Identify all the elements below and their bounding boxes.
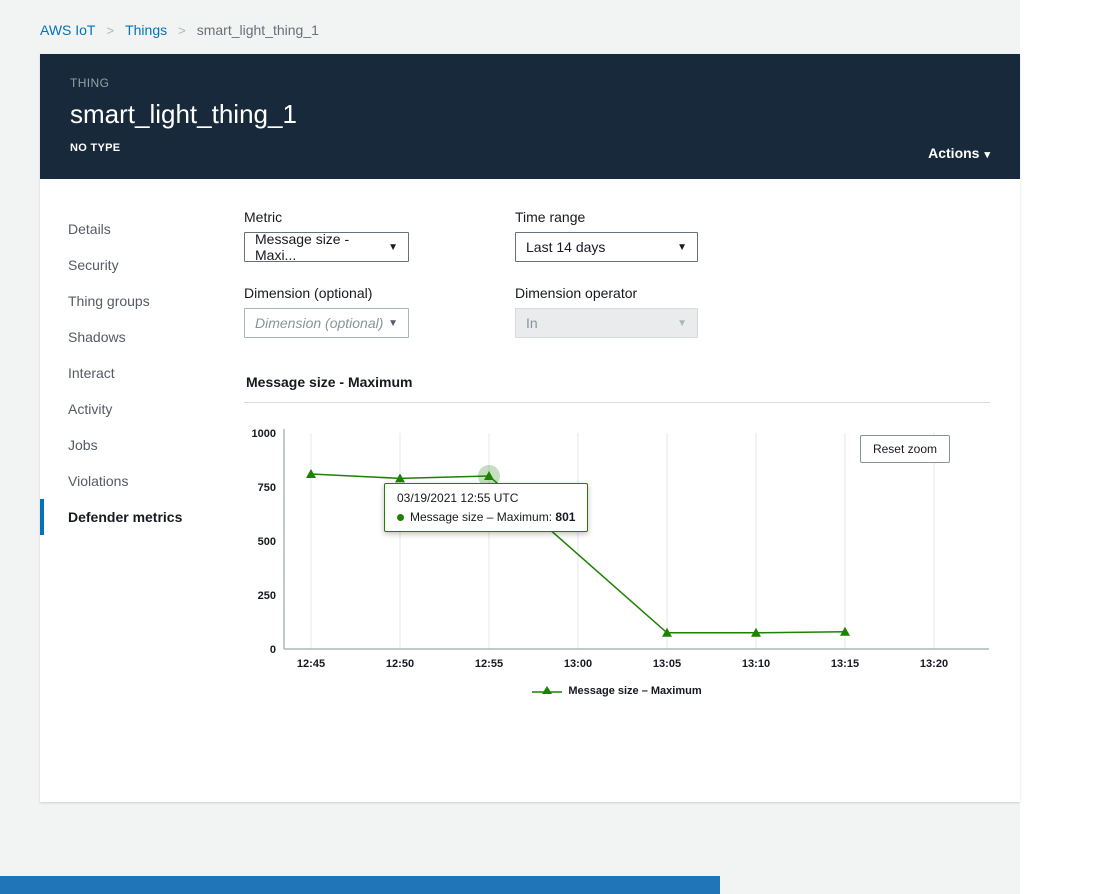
breadcrumb-separator-icon: > [107,23,115,38]
breadcrumb-separator-icon: > [178,23,186,38]
sidebar-item-defender-metrics[interactable]: Defender metrics [40,499,244,535]
sidebar-item-activity[interactable]: Activity [40,391,244,427]
svg-text:13:15: 13:15 [831,658,859,670]
triangle-marker-icon [532,686,562,696]
svg-text:12:45: 12:45 [297,658,325,670]
dimension-operator-label: Dimension operator [515,285,990,301]
tooltip-value: 801 [555,510,575,524]
breadcrumb-item-aws-iot[interactable]: AWS IoT [40,22,96,38]
sidebar-item-violations[interactable]: Violations [40,463,244,499]
thing-type-label: NO TYPE [70,142,990,154]
series-dot-icon [397,514,404,521]
thing-eyebrow: THING [70,76,990,90]
actions-button-label: Actions [928,145,979,161]
dimension-select[interactable]: Dimension (optional) ▼ [244,308,409,338]
sidebar-item-interact[interactable]: Interact [40,355,244,391]
chevron-down-icon: ▼ [677,242,687,253]
chevron-down-icon: ▾ [984,149,990,161]
time-range-filter: Time range Last 14 days ▼ [515,209,990,262]
thing-header: THING smart_light_thing_1 NO TYPE Action… [40,54,1020,179]
chart-title: Message size - Maximum [246,374,990,390]
dimension-label: Dimension (optional) [244,285,515,301]
tooltip-timestamp: 03/19/2021 12:55 UTC [397,491,575,505]
dimension-filter: Dimension (optional) Dimension (optional… [244,285,515,338]
thing-card: THING smart_light_thing_1 NO TYPE Action… [40,54,1020,802]
sidebar-item-thing-groups[interactable]: Thing groups [40,283,244,319]
svg-text:13:10: 13:10 [742,658,770,670]
svg-text:13:00: 13:00 [564,658,592,670]
breadcrumb: AWS IoT > Things > smart_light_thing_1 [0,0,1098,54]
svg-text:12:50: 12:50 [386,658,414,670]
tooltip-series-row: Message size – Maximum: 801 [397,510,575,524]
page-title: smart_light_thing_1 [70,99,990,130]
time-range-label: Time range [515,209,990,225]
chevron-down-icon: ▼ [677,318,687,329]
sidebar: DetailsSecurityThing groupsShadowsIntera… [40,209,244,697]
sidebar-item-shadows[interactable]: Shadows [40,319,244,355]
sidebar-item-details[interactable]: Details [40,211,244,247]
chart-panel: Message size - Maximum 12:45 12:50 12:55 13… [244,374,990,697]
svg-text:250: 250 [258,590,276,602]
tooltip-series-label: Message size – Maximum: [410,510,552,524]
chevron-down-icon: ▼ [388,318,398,329]
dimension-operator-value: In [526,315,538,331]
metric-chart: 12:45 12:50 12:55 13:00 13:05 13:10 13:15 13:20… [244,419,990,675]
dimension-operator-filter: Dimension operator In ▼ [515,285,990,338]
sidebar-item-jobs[interactable]: Jobs [40,427,244,463]
metric-label: Metric [244,209,515,225]
bottom-blue-bar [0,876,720,894]
main-content: Metric Message size - Maxi... ▼ Time ran… [244,209,1020,697]
chevron-down-icon: ▼ [388,242,398,253]
dimension-operator-select: In ▼ [515,308,698,338]
metric-filters: Metric Message size - Maxi... ▼ Time ran… [244,209,990,338]
breadcrumb-item-things[interactable]: Things [125,22,167,38]
svg-text:12:55: 12:55 [475,658,503,670]
svg-text:750: 750 [258,482,276,494]
svg-text:0: 0 [270,644,276,656]
metric-select-value: Message size - Maxi... [255,231,388,263]
actions-button[interactable]: Actions ▾ [928,141,990,165]
reset-zoom-button[interactable]: Reset zoom [860,435,950,463]
sidebar-item-security[interactable]: Security [40,247,244,283]
metric-select[interactable]: Message size - Maxi... ▼ [244,232,409,262]
legend-label: Message size – Maximum [568,685,701,697]
chart-legend[interactable]: Message size – Maximum [244,685,990,697]
svg-text:1000: 1000 [252,428,276,440]
breadcrumb-item-smart-light-thing-1: smart_light_thing_1 [197,22,319,38]
time-range-select[interactable]: Last 14 days ▼ [515,232,698,262]
svg-text:500: 500 [258,536,276,548]
svg-text:13:20: 13:20 [920,658,948,670]
page-right-margin [1020,0,1098,894]
divider [244,402,990,403]
time-range-select-value: Last 14 days [526,239,605,255]
thing-card-body: DetailsSecurityThing groupsShadowsIntera… [40,179,1020,802]
dimension-select-placeholder: Dimension (optional) [255,315,383,331]
metric-filter: Metric Message size - Maxi... ▼ [244,209,515,262]
chart-tooltip: 03/19/2021 12:55 UTC Message size – Maxi… [384,483,588,532]
svg-text:13:05: 13:05 [653,658,681,670]
